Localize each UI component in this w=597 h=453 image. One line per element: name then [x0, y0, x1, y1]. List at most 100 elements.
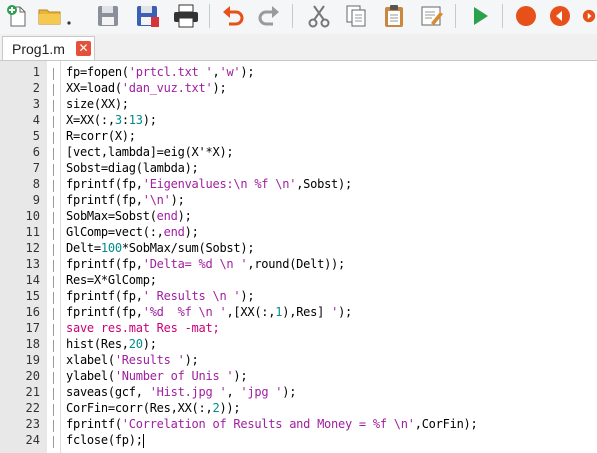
code-editor[interactable]: 1 fp=fopen('prtcl.txt ','w'); 2 XX=load('da…	[0, 61, 597, 453]
fold-marker	[53, 148, 54, 160]
code-line[interactable]: 4 X=XX(:,3:13);	[0, 112, 597, 128]
code-token: );	[142, 113, 157, 127]
save-button[interactable]	[94, 2, 122, 30]
code-token: xlabel(	[66, 353, 115, 367]
code-token: 'prtcl.txt '	[128, 65, 213, 79]
code-line[interactable]: 21 saveas(gcf, 'Hist.jpg ', 'jpg ');	[0, 384, 597, 400]
code-token: );	[142, 337, 157, 351]
line-number: 2	[32, 81, 40, 95]
line-number: 19	[25, 353, 40, 367]
code-token: );	[240, 65, 255, 79]
code-text: fclose(fp);	[66, 432, 144, 448]
code-line[interactable]: 14 Res=X*GlComp;	[0, 272, 597, 288]
line-number: 24	[25, 433, 40, 447]
cut-button[interactable]	[305, 2, 333, 30]
record-button[interactable]	[512, 2, 540, 30]
line-number: 20	[25, 369, 40, 383]
fold-marker	[53, 276, 54, 288]
code-text: fprintf(fp,'\n');	[66, 192, 185, 208]
code-line[interactable]: 19 xlabel('Results ');	[0, 352, 597, 368]
code-token: end	[156, 209, 178, 223]
fold-marker	[53, 164, 54, 176]
code-line[interactable]: 12 Delt=100*SobMax/sum(Sobst);	[0, 240, 597, 256]
code-token: save res.mat Res -mat;	[66, 321, 220, 335]
code-line[interactable]: 18 hist(Res,20);	[0, 336, 597, 352]
fold-marker	[53, 196, 54, 208]
code-line[interactable]: 24 fclose(fp);	[0, 432, 597, 448]
close-icon[interactable]: ✕	[76, 41, 91, 56]
code-line[interactable]: 5 R=corr(X);	[0, 128, 597, 144]
code-line[interactable]: 17 save res.mat Res -mat;	[0, 320, 597, 336]
code-token: CorFin=corr(Res,XX(:,	[66, 401, 213, 415]
fold-marker	[53, 356, 54, 368]
line-number: 15	[25, 289, 40, 303]
text-caret	[142, 433, 144, 448]
fold-marker	[53, 260, 54, 272]
fold-marker	[53, 324, 54, 336]
fold-marker	[53, 212, 54, 224]
paste-button[interactable]	[380, 2, 408, 30]
save-all-button[interactable]	[133, 2, 161, 30]
code-token: fprintf(fp,	[66, 193, 143, 207]
code-line[interactable]: 20 ylabel('Number of Unis ');	[0, 368, 597, 384]
code-token: 20	[128, 337, 143, 351]
code-token: '%d %f \n '	[142, 305, 227, 319]
fold-marker	[53, 228, 54, 240]
code-token: );	[177, 209, 192, 223]
code-line[interactable]: 11 GlComp=vect(:,end);	[0, 224, 597, 240]
code-line[interactable]: 23 fprintf('Correlation of Results and Mo…	[0, 416, 597, 432]
fold-marker	[53, 116, 54, 128]
code-token: R=corr(X);	[66, 129, 136, 143]
code-token: XX=load(	[66, 81, 122, 95]
code-text: fprintf(fp,'%d %f \n ',[XX(:,1),Res] ');	[66, 304, 352, 320]
copy-button[interactable]	[342, 2, 370, 30]
line-number: 4	[32, 113, 40, 127]
new-file-button[interactable]	[4, 2, 32, 30]
code-line[interactable]: 3 size(XX);	[0, 96, 597, 112]
forward-icon	[582, 9, 596, 23]
code-line[interactable]: 9 fprintf(fp,'\n');	[0, 192, 597, 208]
code-token: ,	[226, 385, 241, 399]
code-line[interactable]: 7 Sobst=diag(lambda);	[0, 160, 597, 176]
code-text: hist(Res,20);	[66, 336, 157, 352]
edit-button[interactable]	[418, 2, 446, 30]
code-line[interactable]: 13 fprintf(fp,'Delta= %d \n ',round(Delt)…	[0, 256, 597, 272]
code-token: end	[163, 225, 185, 239]
line-number: 23	[25, 417, 40, 431]
code-line[interactable]: 16 fprintf(fp,'%d %f \n ',[XX(:,1),Res] '…	[0, 304, 597, 320]
folder-dropdown-button[interactable]	[62, 2, 76, 30]
open-folder-button[interactable]	[36, 2, 64, 30]
code-token: 'jpg '	[240, 385, 283, 399]
line-number: 10	[25, 209, 40, 223]
code-text: SobMax=Sobst(end);	[66, 208, 192, 224]
tab-prog1[interactable]: Prog1.m ✕	[2, 36, 95, 60]
fold-marker	[53, 292, 54, 304]
forward-button[interactable]	[581, 2, 597, 30]
code-token: '\n'	[142, 193, 171, 207]
fold-marker	[53, 340, 54, 352]
code-line[interactable]: 10 SobMax=Sobst(end);	[0, 208, 597, 224]
fold-marker	[53, 84, 54, 96]
undo-button[interactable]	[219, 2, 247, 30]
code-line[interactable]: 15 fprintf(fp,' Results \n ');	[0, 288, 597, 304]
code-line[interactable]: 22 CorFin=corr(Res,XX(:,2));	[0, 400, 597, 416]
code-line[interactable]: 1 fp=fopen('prtcl.txt ','w');	[0, 64, 597, 80]
code-token: SobMax=Sobst(	[66, 209, 157, 223]
code-token: fprintf(fp,	[66, 305, 143, 319]
code-line[interactable]: 8 fprintf(fp,'Eigenvalues:\n %f \n',Sobst…	[0, 176, 597, 192]
print-button[interactable]	[172, 2, 200, 30]
code-text: fprintf(fp,'Delta= %d \n ',round(Delt));	[66, 256, 345, 272]
back-button[interactable]	[546, 2, 574, 30]
code-token: 'dan_vuz.txt'	[121, 81, 213, 95]
toolbar-separator	[502, 4, 503, 28]
line-number: 13	[25, 257, 40, 271]
code-line[interactable]: 6 [vect,lambda]=eig(X'*X);	[0, 144, 597, 160]
code-line[interactable]: 2 XX=load('dan_vuz.txt');	[0, 80, 597, 96]
fold-marker	[53, 68, 54, 80]
code-token: ));	[219, 401, 241, 415]
code-token: saveas(gcf,	[66, 385, 150, 399]
redo-button[interactable]	[255, 2, 283, 30]
run-button[interactable]	[466, 2, 494, 30]
code-text: XX=load('dan_vuz.txt');	[66, 80, 227, 96]
line-number: 5	[32, 129, 40, 143]
